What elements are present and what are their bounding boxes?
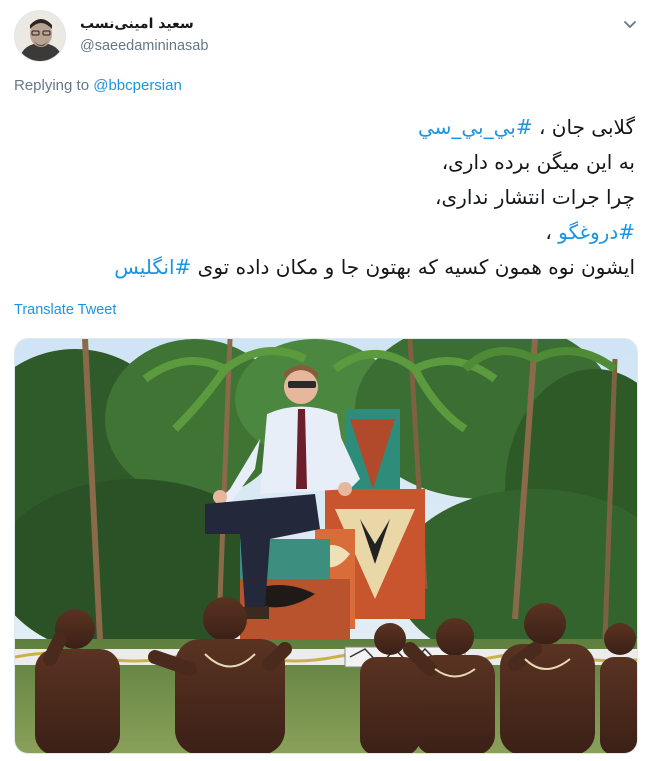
replying-to-label: Replying to: [14, 77, 90, 94]
tweet-line-2: به این میگن برده داری،: [441, 150, 635, 174]
tweet-line-5: ایشون نوه همون کسیه که بهتون جا و مکان د…: [25, 250, 635, 285]
hashtag-bbc[interactable]: #بي_بي_سي: [418, 115, 533, 139]
tweet-line-1: گلابی جان ، #بي_بي_سي: [25, 110, 635, 145]
tweet-line-4: #دروغگو ،: [25, 215, 635, 250]
author-handle[interactable]: @saeedamininasab: [80, 38, 208, 54]
tweet-line-3: چرا جرات انتشار نداری،: [435, 185, 635, 209]
tweet-card[interactable]: سعید امینی‌نسب @saeedamininasab Replying…: [0, 0, 647, 761]
tweet-line-4-text: ،: [545, 220, 559, 244]
tweet-line-1-text: گلابی جان ،: [532, 115, 635, 139]
tweet-text: گلابی جان ، #بي_بي_سي به این میگن برده د…: [25, 110, 635, 285]
hashtag-liar[interactable]: #دروغگو: [558, 220, 635, 244]
replying-to: Replying to @bbcpersian: [14, 77, 182, 94]
author-display-name[interactable]: سعید امینی‌نسب: [80, 16, 194, 32]
author-avatar[interactable]: [14, 10, 66, 62]
hashtag-england[interactable]: #انگلیس: [114, 255, 191, 279]
tweet-line-5-text: ایشون نوه همون کسیه که بهتون جا و مکان د…: [191, 255, 635, 279]
photo-image: [15, 339, 637, 753]
translate-tweet-link[interactable]: Translate Tweet: [14, 302, 116, 318]
tweet-photo[interactable]: [14, 338, 638, 754]
chevron-down-icon[interactable]: [620, 14, 640, 34]
reply-mention-link[interactable]: @bbcpersian: [93, 77, 182, 94]
